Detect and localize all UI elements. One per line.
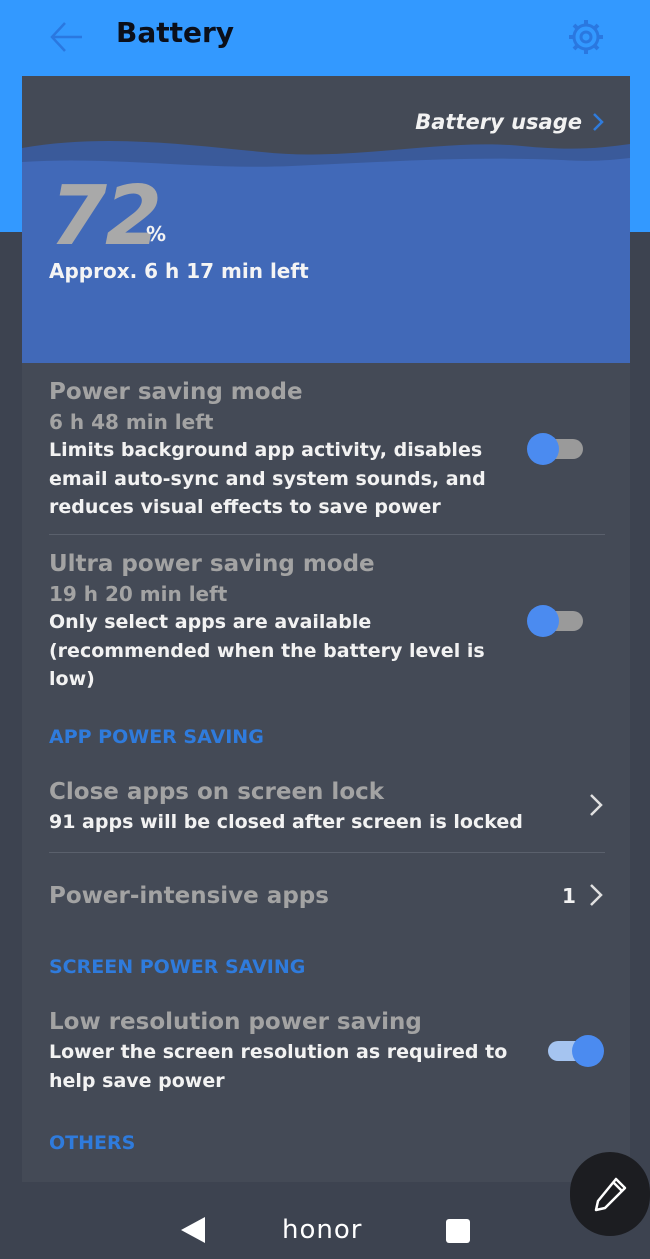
battery-usage-link[interactable]: Battery usage xyxy=(415,110,604,134)
divider xyxy=(49,534,605,535)
low-res-title: Low resolution power saving xyxy=(49,1009,422,1035)
low-resolution-toggle[interactable] xyxy=(544,1033,604,1067)
section-header-screen-power-saving: SCREEN POWER SAVING xyxy=(49,956,306,978)
section-header-app-power-saving: APP POWER SAVING xyxy=(49,726,264,748)
battery-percent-sign: % xyxy=(146,222,167,246)
power-saving-toggle[interactable] xyxy=(527,431,587,465)
page-title: Battery xyxy=(116,16,235,49)
ultra-power-saving-toggle[interactable] xyxy=(527,603,587,637)
power-intensive-title: Power-intensive apps xyxy=(49,883,329,909)
toggle-knob xyxy=(527,433,559,465)
close-apps-on-lock-row[interactable]: Close apps on screen lock 91 apps will b… xyxy=(49,776,605,837)
triangle-back-icon[interactable] xyxy=(177,1215,207,1245)
power-saving-title: Power saving mode xyxy=(49,379,303,405)
ultra-power-saving-description: Only select apps are available (recommen… xyxy=(49,611,485,690)
battery-card: Battery usage 72 % Approx. 6 h 17 min le… xyxy=(22,76,630,1182)
ultra-power-saving-time-left: 19 h 20 min left xyxy=(49,582,228,606)
toggle-knob xyxy=(527,605,559,637)
ultra-power-saving-row[interactable]: Ultra power saving mode 19 h 20 min left… xyxy=(49,548,605,694)
power-saving-description: Limits background app activity, disables… xyxy=(49,439,486,518)
power-intensive-count: 1 xyxy=(562,884,576,908)
square-recents-icon[interactable] xyxy=(446,1219,470,1243)
battery-percent-value: 72 xyxy=(50,169,162,264)
chevron-right-icon[interactable] xyxy=(588,882,604,908)
gear-icon[interactable] xyxy=(566,17,606,57)
battery-status-panel: Battery usage 72 % Approx. 6 h 17 min le… xyxy=(22,76,630,363)
edit-fab-button[interactable] xyxy=(570,1152,650,1236)
low-res-description: Lower the screen resolution as required … xyxy=(49,1041,508,1092)
toggle-knob xyxy=(572,1035,604,1067)
home-button[interactable]: honor xyxy=(282,1215,362,1245)
battery-time-left: Approx. 6 h 17 min left xyxy=(49,259,309,283)
divider xyxy=(49,852,605,853)
close-apps-subtitle: 91 apps will be closed after screen is l… xyxy=(49,811,523,833)
power-intensive-apps-row[interactable]: Power-intensive apps xyxy=(49,880,605,912)
pencil-icon xyxy=(594,1177,627,1212)
chevron-right-icon xyxy=(593,113,604,131)
chevron-right-icon[interactable] xyxy=(588,792,604,818)
close-apps-title: Close apps on screen lock xyxy=(49,779,385,805)
back-arrow-icon[interactable] xyxy=(48,18,86,56)
battery-usage-label: Battery usage xyxy=(415,110,582,134)
low-resolution-power-saving-row[interactable]: Low resolution power saving Lower the sc… xyxy=(49,1006,605,1095)
section-header-others: OTHERS xyxy=(49,1132,136,1154)
power-saving-mode-row[interactable]: Power saving mode 6 h 48 min left Limits… xyxy=(49,376,605,522)
power-saving-time-left: 6 h 48 min left xyxy=(49,410,214,434)
ultra-power-saving-title: Ultra power saving mode xyxy=(49,551,375,577)
